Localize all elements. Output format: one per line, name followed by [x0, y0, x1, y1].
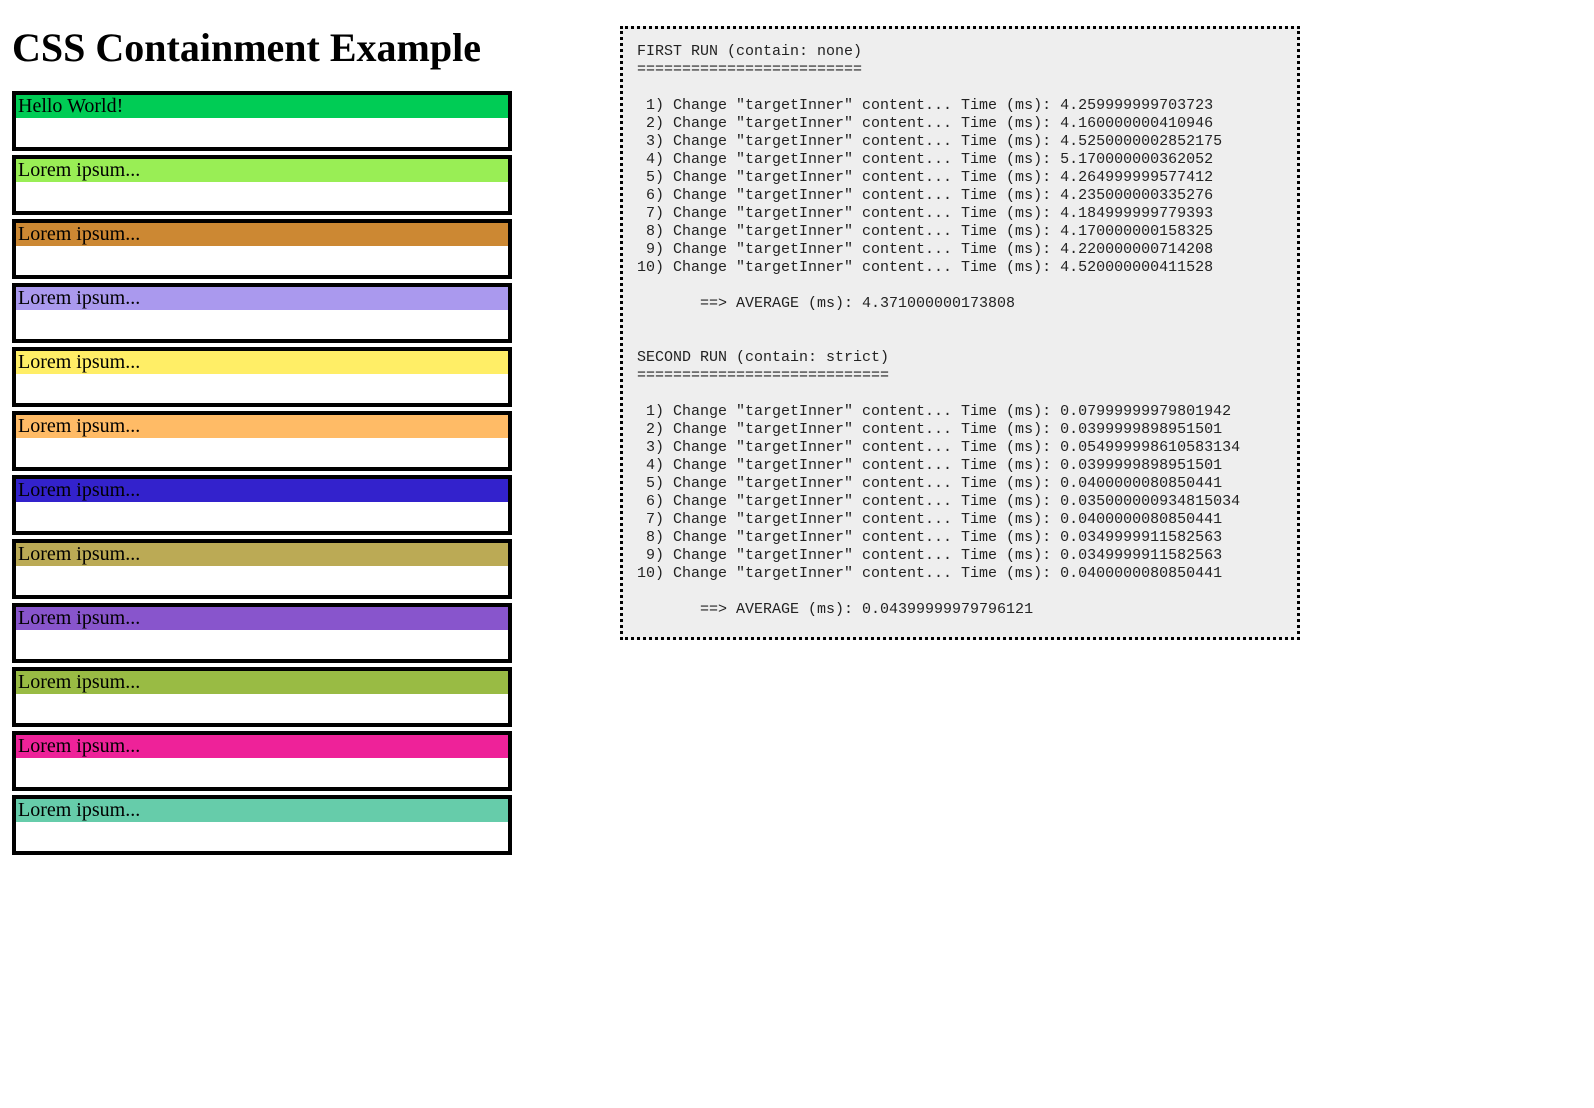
content-box-label: Lorem ipsum... [16, 223, 508, 246]
page-root: CSS Containment Example Hello World!Lore… [0, 0, 1594, 1108]
content-box-label: Lorem ipsum... [16, 607, 508, 630]
content-box: Lorem ipsum... [12, 731, 512, 791]
content-box: Lorem ipsum... [12, 155, 512, 215]
content-box: Lorem ipsum... [12, 411, 512, 471]
content-box-label: Lorem ipsum... [16, 671, 508, 694]
log-panel: FIRST RUN (contain: none) ==============… [620, 26, 1300, 640]
content-box: Lorem ipsum... [12, 219, 512, 279]
content-box: Lorem ipsum... [12, 603, 512, 663]
content-box: Lorem ipsum... [12, 539, 512, 599]
content-box-label: Lorem ipsum... [16, 159, 508, 182]
content-box: Hello World! [12, 91, 512, 151]
content-box-label: Lorem ipsum... [16, 479, 508, 502]
content-box-label: Lorem ipsum... [16, 287, 508, 310]
content-box-label: Lorem ipsum... [16, 799, 508, 822]
content-box: Lorem ipsum... [12, 283, 512, 343]
content-box-label: Lorem ipsum... [16, 351, 508, 374]
content-box-label: Hello World! [16, 95, 508, 118]
content-box-label: Lorem ipsum... [16, 735, 508, 758]
content-box: Lorem ipsum... [12, 795, 512, 855]
boxes-column: Hello World! Lorem ipsum... Lorem ipsum...… [12, 91, 512, 855]
content-box: Lorem ipsum... [12, 475, 512, 535]
content-box: Lorem ipsum... [12, 347, 512, 407]
content-box-label: Lorem ipsum... [16, 543, 508, 566]
content-box-label: Lorem ipsum... [16, 415, 508, 438]
content-box: Lorem ipsum... [12, 667, 512, 727]
